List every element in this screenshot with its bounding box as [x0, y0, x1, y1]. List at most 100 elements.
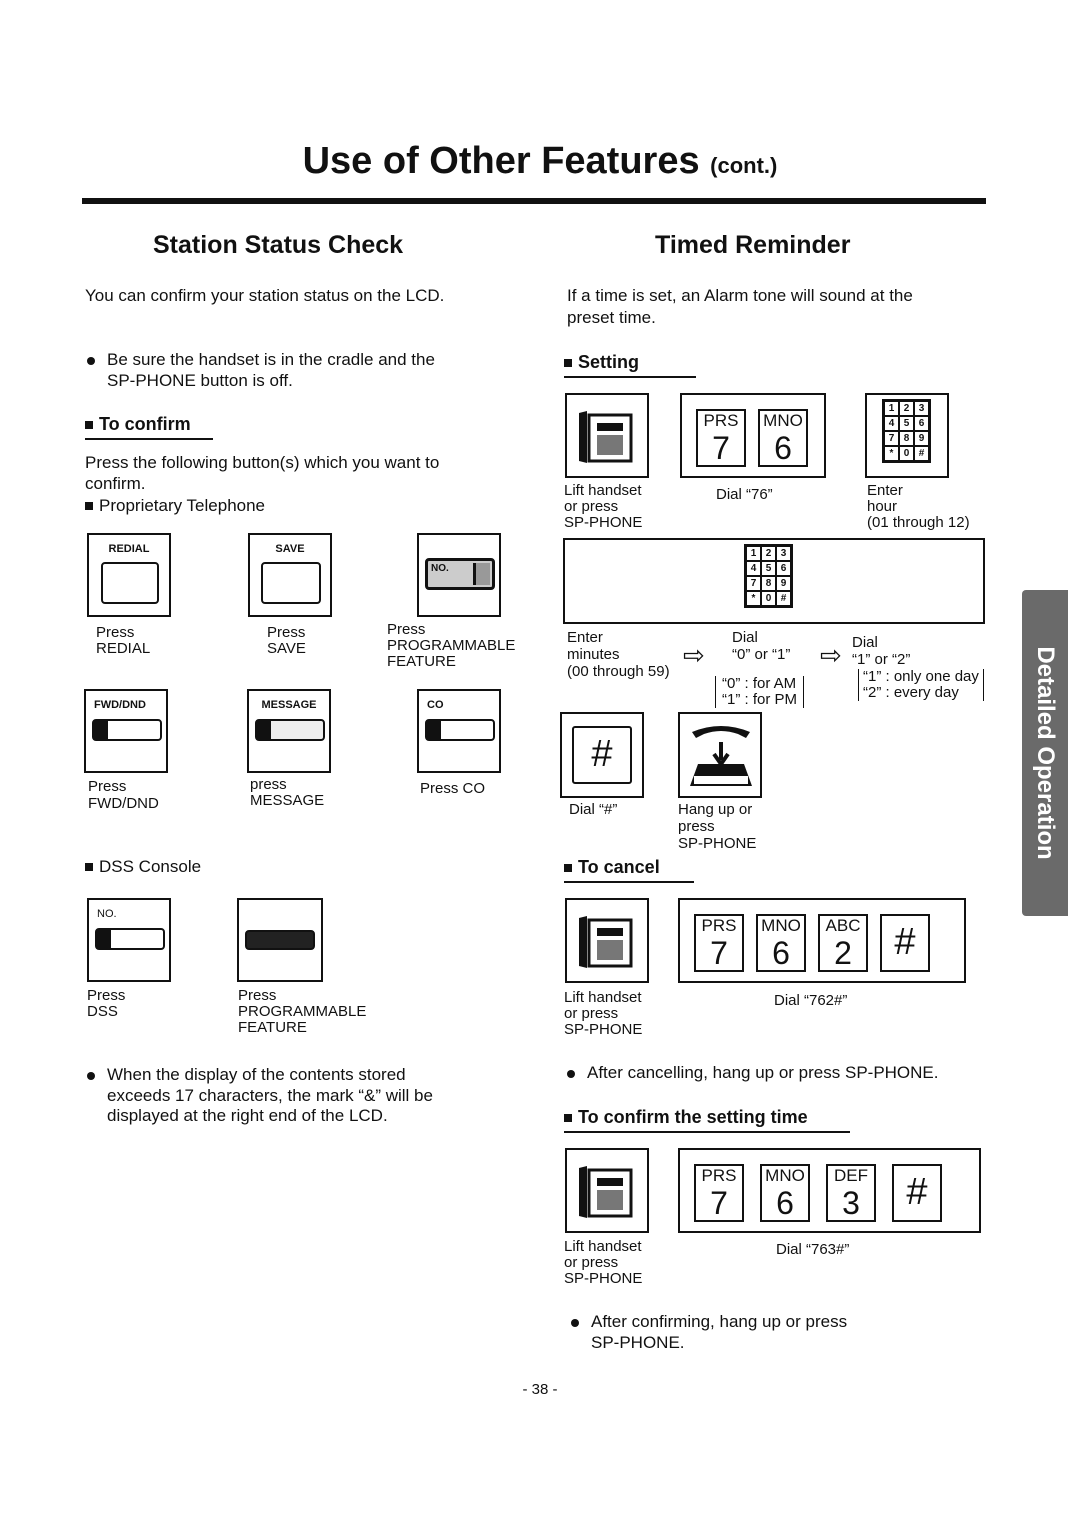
caption: SP-PHONE: [564, 1021, 643, 1038]
keypad-digit: 1: [885, 402, 898, 415]
caption: “0” or “1”: [732, 646, 791, 663]
caption: Lift handset: [564, 989, 642, 1006]
title-text: Use of Other Features: [302, 140, 700, 182]
side-tab-label: Detailed Operation: [1032, 646, 1059, 860]
caption: (01 through 12): [867, 514, 970, 531]
caption: or press: [564, 1254, 619, 1271]
keypad-digit: 7: [747, 577, 760, 590]
heading-text: To cancel: [578, 857, 660, 877]
title-rule: [82, 198, 986, 204]
caption: press: [250, 776, 287, 793]
caption: or press: [564, 498, 619, 515]
page-title: Use of Other Features (cont.): [0, 140, 1080, 183]
key-label: MESSAGE: [261, 699, 317, 711]
key-digit: 6: [774, 430, 792, 466]
caption: or press: [564, 1005, 619, 1022]
programmable-key: NO.: [417, 533, 501, 617]
caption: SP-PHONE: [678, 835, 757, 852]
key-label: CO: [427, 699, 444, 711]
caption: minutes: [567, 646, 620, 663]
dial-762-keys: PRS 7 MNO 6 ABC 2 #: [678, 898, 966, 983]
bullet-line: Be sure the handset is in the cradle and…: [87, 350, 435, 369]
dial-763-keys: PRS 7 MNO 6 DEF 3 #: [678, 1148, 981, 1233]
handset-icon: [565, 898, 649, 983]
key-digit: 2: [834, 935, 852, 971]
caption: Lift handset: [564, 1238, 642, 1255]
key-label: NO.: [431, 563, 449, 574]
dial-76-keys: PRS 7 MNO 6: [680, 393, 826, 478]
bullet-line: SP-PHONE.: [591, 1333, 685, 1352]
dial-key: MNO 6: [760, 1164, 810, 1222]
heading-text: To confirm: [99, 414, 191, 434]
note-line: “0” : for AM: [722, 675, 797, 692]
bullet-line: When the display of the contents stored: [87, 1065, 406, 1084]
caption: Press: [387, 621, 426, 638]
caption: hour: [867, 498, 898, 515]
keypad-digit: 7: [885, 432, 898, 445]
key-label: REDIAL: [108, 543, 150, 555]
text-line: confirm.: [85, 474, 146, 493]
keypad-digit: 9: [915, 432, 928, 445]
to-confirm-time-heading: To confirm the setting time: [564, 1107, 850, 1133]
handset-icon: [565, 1148, 649, 1233]
keypad-digit: 4: [885, 417, 898, 430]
co-key: CO: [417, 689, 501, 773]
dss-label: DSS Console: [85, 857, 201, 877]
caption: PROGRAMMABLE: [387, 637, 516, 654]
key-digit: 7: [710, 935, 728, 971]
save-key: SAVE: [248, 533, 332, 617]
hang-up-icon: [678, 712, 762, 798]
key-letters: PRS: [701, 1166, 737, 1185]
dial-key: #: [880, 914, 930, 972]
hash-key: #: [572, 726, 632, 784]
text-line: Press the following button(s) which you …: [85, 453, 440, 472]
side-tab[interactable]: Detailed Operation: [1022, 590, 1068, 916]
caption: “1” or “2”: [852, 651, 911, 668]
caption: SP-PHONE: [564, 1270, 643, 1287]
intro-line: preset time.: [567, 308, 656, 327]
lamp: [473, 563, 490, 585]
key-button: [245, 930, 315, 950]
keypad-digit: 1: [747, 547, 760, 560]
key-button: [92, 719, 162, 741]
keypad-digit: 2: [900, 402, 913, 415]
key-digit: 7: [712, 430, 730, 466]
caption: SP-PHONE: [564, 514, 643, 531]
heading-text: Setting: [578, 352, 639, 372]
dss-key: NO.: [87, 898, 171, 982]
caption: Press: [88, 778, 127, 795]
key-button: [95, 928, 165, 950]
keypad-digit: *: [747, 592, 760, 605]
key-digit: 3: [842, 1185, 860, 1221]
key-letters: PRS: [701, 916, 737, 935]
keypad-digit: 2: [762, 547, 775, 560]
redial-key: REDIAL: [87, 533, 171, 617]
key-label: SAVE: [275, 543, 305, 555]
key-digit: 6: [772, 935, 790, 971]
key-digit: 7: [710, 1185, 728, 1221]
caption: Lift handset: [564, 482, 642, 499]
note-line: “2” : every day: [863, 684, 959, 701]
caption: Press: [238, 987, 277, 1004]
message-key: MESSAGE: [247, 689, 331, 773]
keypad-digit: #: [915, 447, 928, 460]
to-cancel-heading: To cancel: [564, 857, 694, 883]
ampm-note: “0” : for AM “1” : for PM: [715, 675, 805, 708]
note-line: “1” : for PM: [722, 691, 798, 708]
keypad-digit: 5: [762, 562, 775, 575]
dial-key: PRS 7: [694, 914, 744, 972]
key-digit: 6: [776, 1185, 794, 1221]
arrow-right-icon: ⇨: [683, 640, 705, 670]
dial-key: MNO 6: [756, 914, 806, 972]
caption: Enter: [867, 482, 903, 499]
caption: Dial “#”: [569, 801, 618, 818]
caption: Dial “762#”: [774, 992, 848, 1009]
keypad-digit: 3: [915, 402, 928, 415]
key-button: [261, 562, 321, 604]
caption: REDIAL: [96, 640, 151, 657]
note-line: “1” : only one day: [863, 668, 979, 685]
caption: MESSAGE: [250, 792, 325, 809]
setting-heading: Setting: [564, 352, 696, 378]
key-button: [101, 562, 159, 604]
caption: SAVE: [267, 640, 306, 657]
